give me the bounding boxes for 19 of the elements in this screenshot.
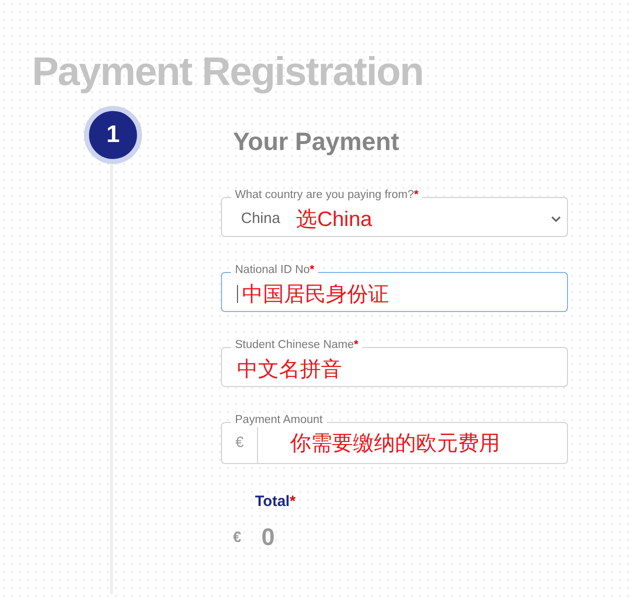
- field-label: Payment Amount: [231, 415, 327, 426]
- page-title: Payment Registration: [32, 52, 424, 92]
- annotation-text: 中文名拼音: [237, 358, 342, 380]
- annotation-text: 选China: [296, 208, 372, 230]
- text-field[interactable]: 中文名拼音: [221, 347, 568, 387]
- annotation-text: 你需要缴纳的欧元费用: [290, 432, 500, 454]
- field-label: What country are you paying from?*: [231, 190, 422, 202]
- select-value: China: [240, 208, 280, 229]
- annotation-text: 中国居民身份证: [242, 284, 389, 304]
- field-label: Student Chinese Name*: [231, 340, 362, 352]
- section-title: Your Payment: [233, 130, 400, 155]
- field-label: National ID No*: [231, 265, 318, 276]
- currency-symbol: €: [233, 528, 242, 548]
- chevron-down-icon: [551, 216, 561, 222]
- total-value: 0: [261, 523, 275, 553]
- step-badge: 1: [84, 106, 142, 164]
- total-label: Total*: [255, 493, 296, 510]
- text-field[interactable]: 中国居民身份证: [221, 272, 568, 312]
- text-cursor: [237, 285, 238, 303]
